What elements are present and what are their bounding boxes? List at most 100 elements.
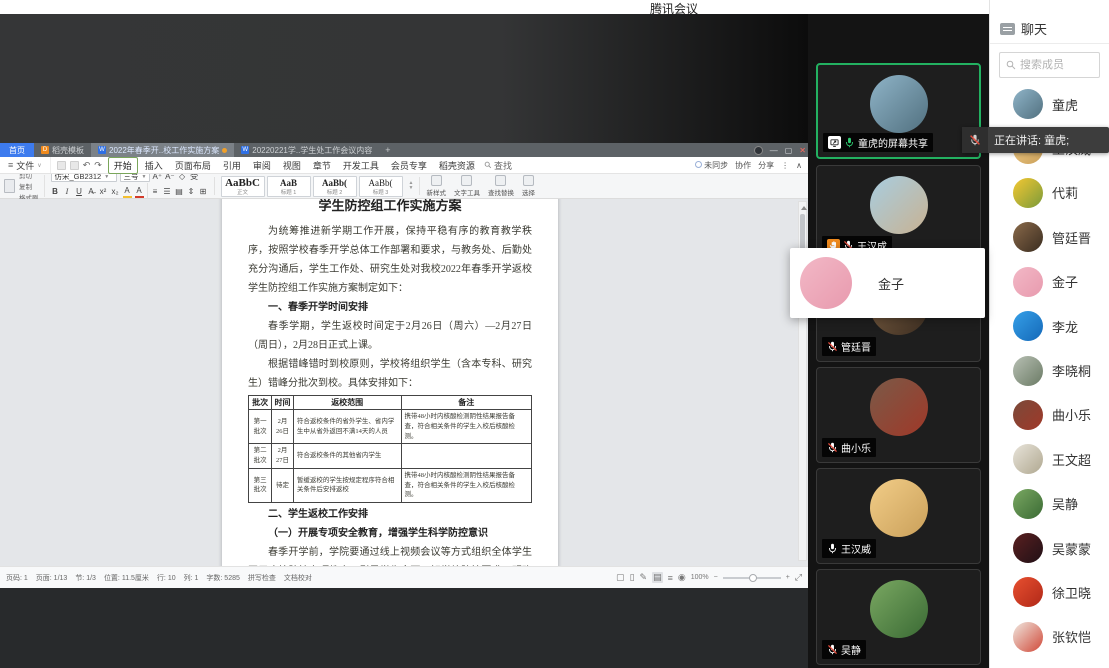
chat-member-row[interactable]: 王文超 [990,437,1109,481]
shading-icon[interactable]: ⊞ [199,187,208,197]
minimize-button[interactable]: — [770,146,778,155]
ribbon-menu-item[interactable]: 引用 [218,158,246,173]
paste-icon[interactable] [4,179,15,193]
ribbon-tool-button[interactable]: 新样式 [426,175,446,197]
new-tab-button[interactable]: + [379,143,396,157]
find-command[interactable]: 查找 [484,159,512,172]
status-item[interactable]: 行: 10 [157,573,176,583]
ribbon-menu-item[interactable]: 稻壳资源 [434,158,480,173]
note-cell [401,444,531,469]
chat-member-row[interactable]: 童虎 [990,82,1109,126]
maximize-button[interactable]: ▢ [785,146,793,155]
scroll-up-arrow-icon[interactable] [801,203,807,210]
member-search-box[interactable] [999,52,1100,78]
subscript-button[interactable]: x₂ [111,187,120,197]
undo-icon[interactable]: ↶ [83,160,91,171]
close-button[interactable]: ✕ [799,146,806,155]
chat-member-row[interactable]: 吴静 [990,482,1109,526]
align-center-icon[interactable]: ☰ [163,187,172,197]
ribbon-tool-button[interactable]: 选择 [522,175,535,197]
ribbon-menu-item[interactable]: 视图 [278,158,306,173]
zoom-in-button[interactable]: + [786,574,790,581]
wps-document-tab-active[interactable]: W 2022年春季开..校工作实施方案 [91,143,234,157]
ribbon-menu-item[interactable]: 会员专享 [386,158,432,173]
video-tile[interactable]: 王汉成 [816,165,981,261]
participant-label: 吴静 [822,640,866,659]
line-spacing-icon[interactable]: ⇕ [187,187,196,197]
member-hover-card: 金子 [790,248,985,318]
ribbon-menu-item[interactable]: 开发工具 [338,158,384,173]
chat-member-row[interactable]: 吴蒙蒙 [990,526,1109,570]
align-left-icon[interactable]: ≡ [151,187,160,197]
wps-home-tab[interactable]: 首页 [0,143,34,157]
status-item[interactable]: 文档校对 [284,573,312,583]
zoom-slider[interactable] [723,577,781,579]
zoom-out-button[interactable]: − [714,574,718,581]
italic-button[interactable]: I [63,187,72,197]
superscript-button[interactable]: x² [99,187,108,197]
chat-member-row[interactable]: 张钦恺 [990,615,1109,659]
fullscreen-view-icon[interactable]: ▢ [616,572,625,583]
save-icon[interactable] [57,161,66,170]
document-canvas[interactable]: 学生防控组工作实施方案 为统筹推进新学期工作开展，保持平稳有序的教育教学秩序，按… [0,199,808,566]
strikethrough-button[interactable]: A̶ [87,187,96,197]
style-preset[interactable]: AaBb( 标题 2 [313,176,357,197]
read-mode-icon[interactable]: ▤ [652,572,663,583]
style-preset[interactable]: AaBb( 标题 3 [359,176,403,197]
status-item[interactable]: 拼写检查 [248,573,276,583]
ribbon-tool-button[interactable]: 查找替换 [488,175,514,197]
ribbon-tool-button[interactable]: 文字工具 [454,175,480,197]
status-item[interactable]: 列: 1 [184,573,199,583]
highlight-color-button[interactable]: A [123,186,132,198]
ribbon-menu-item[interactable]: 开始 [108,157,138,174]
status-item[interactable]: 页面: 1/13 [36,573,68,583]
chat-member-row[interactable]: 曲小乐 [990,393,1109,437]
ink-view-icon[interactable]: ✎ [640,572,648,583]
collapse-ribbon-icon[interactable]: ∧ [796,161,802,170]
share-button[interactable]: 分享 [758,160,774,171]
video-tile[interactable]: 曲小乐 [816,367,981,463]
document-page[interactable]: 学生防控组工作实施方案 为统筹推进新学期工作开展，保持平稳有序的教育教学秩序，按… [222,199,558,566]
search-input[interactable] [1020,59,1092,71]
chat-member-row[interactable]: 金子 [990,260,1109,304]
zoom-level[interactable]: 100% [691,574,709,581]
style-preset[interactable]: AaBbC 正文 [221,176,265,197]
wps-docer-tab[interactable]: D 稻壳模板 [34,143,91,157]
chat-member-row[interactable]: 管廷晋 [990,215,1109,259]
font-color-button[interactable]: A [135,186,144,198]
chat-member-row[interactable]: 徐卫晓 [990,570,1109,614]
chat-member-row[interactable]: 李晓桐 [990,348,1109,392]
justify-icon[interactable]: ▤ [175,187,184,197]
style-preset[interactable]: AaB 标题 1 [267,176,311,197]
file-menu-button[interactable]: ≡ 文件 ∨ [0,157,51,173]
status-item[interactable]: 字数: 5285 [206,573,239,583]
outline-view-icon[interactable]: ≡ [668,573,673,583]
fit-page-icon[interactable]: ⤢ [795,572,802,583]
collaborate-button[interactable]: 协作 [735,160,751,171]
page-view-icon[interactable]: ▯ [630,572,635,583]
ribbon-menu-item[interactable]: 插入 [140,158,168,173]
video-tile[interactable]: 吴静 [816,569,981,665]
chat-member-row[interactable]: 李龙 [990,304,1109,348]
ribbon-menu-item[interactable]: 页面布局 [170,158,216,173]
account-avatar[interactable] [754,146,763,155]
wps-document-tab[interactable]: W 20220221学..学生处工作会议内容 [234,143,379,157]
redo-icon[interactable]: ↷ [94,160,102,171]
status-item[interactable]: 位置: 11.5厘米 [104,573,149,583]
style-gallery-scroll[interactable]: ▲▼ [409,181,414,191]
zoom-slider-knob[interactable] [749,574,757,582]
status-item[interactable]: 节: 1/3 [75,573,96,583]
sync-status-button[interactable]: 未同步 [695,160,728,171]
status-item[interactable]: 页码: 1 [6,573,28,583]
underline-button[interactable]: U [75,187,84,197]
video-tile[interactable]: 童虎的屏幕共享 [816,63,981,159]
video-tile[interactable]: 王汉威 [816,468,981,564]
bold-button[interactable]: B [51,187,60,197]
chat-member-row[interactable]: 代莉 [990,171,1109,215]
eye-protect-icon[interactable]: ◉ [678,572,686,583]
print-icon[interactable] [70,161,79,170]
more-options-icon[interactable]: ⋮ [781,161,789,170]
copy-button[interactable]: 复制 [19,181,39,191]
ribbon-menu-item[interactable]: 审阅 [248,158,276,173]
ribbon-menu-item[interactable]: 章节 [308,158,336,173]
